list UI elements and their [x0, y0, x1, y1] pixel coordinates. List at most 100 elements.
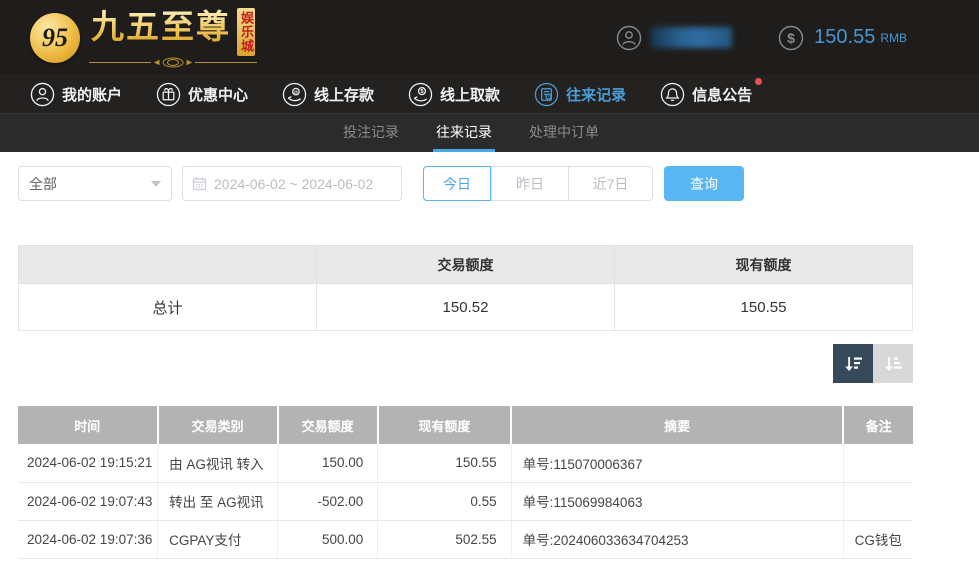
- cell-current-amount: 502.55: [378, 520, 511, 558]
- cell-time: 2024-06-02 19:15:21: [18, 444, 158, 482]
- svg-text:$: $: [787, 30, 795, 46]
- cell-current-amount: 0.55: [378, 482, 511, 520]
- balance-currency: RMB: [880, 31, 907, 45]
- logo-badge: 娱乐城: [237, 8, 255, 56]
- records-table: 时间 交易类别 交易额度 现有额度 摘要 备注 2024-06-02 19:15…: [18, 406, 913, 559]
- nav-item-transaction-records[interactable]: 往来记录: [534, 82, 626, 107]
- sort-descending-button[interactable]: [833, 344, 873, 383]
- nav-item-online-deposit[interactable]: @ 线上存款: [282, 82, 374, 107]
- col-header-transaction-amount: 交易额度: [278, 406, 378, 444]
- nav-label: 信息公告: [692, 84, 752, 105]
- dollar-coin-icon: $: [778, 25, 804, 51]
- logo-title: 九五至尊: [91, 8, 231, 56]
- cell-summary: 单号:115069984063: [511, 482, 843, 520]
- type-select-dropdown[interactable]: 全部: [18, 166, 172, 201]
- summary-total-row: 总计 150.52 150.55: [19, 284, 913, 331]
- today-button[interactable]: 今日: [423, 166, 491, 201]
- sort-asc-icon: [882, 353, 904, 375]
- user-account[interactable]: [616, 25, 732, 51]
- sort-ascending-button[interactable]: [873, 344, 913, 383]
- content-area: 全部 2024-06-02 ~ 2024-06-02 今日 昨日 近7日 查询: [18, 166, 913, 559]
- balance-amount: 150.55: [814, 26, 875, 49]
- tab-transaction-records[interactable]: 往来记录: [433, 114, 495, 152]
- page: 95 九五至尊 娱乐城: [0, 0, 979, 561]
- summary-total-current: 150.55: [615, 284, 913, 331]
- records-header-row: 时间 交易类别 交易额度 现有额度 摘要 备注: [18, 406, 913, 444]
- nav-label: 线上存款: [314, 84, 374, 105]
- col-header-remark: 备注: [843, 406, 913, 444]
- date-range-input[interactable]: 2024-06-02 ~ 2024-06-02: [182, 166, 402, 201]
- summary-table: 交易额度 现有额度 总计 150.52 150.55: [18, 245, 913, 331]
- site-logo[interactable]: 95 九五至尊 娱乐城: [30, 8, 257, 68]
- cell-transaction-amount: -502.00: [278, 482, 378, 520]
- logo-95-icon: 95: [30, 13, 80, 63]
- search-button[interactable]: 查询: [664, 166, 744, 201]
- main-navigation: 我的账户 优惠中心 @ 线上存款 $ 线上取款: [0, 75, 979, 113]
- cell-time: 2024-06-02 19:07:43: [18, 482, 158, 520]
- cell-type: 由 AG视讯 转入: [158, 444, 278, 482]
- cell-time: 2024-06-02 19:07:36: [18, 520, 158, 558]
- cell-summary: 单号:202406033634704253: [511, 520, 843, 558]
- yesterday-button[interactable]: 昨日: [491, 166, 569, 201]
- nav-item-online-withdraw[interactable]: $ 线上取款: [408, 82, 500, 107]
- chevron-down-icon: [151, 181, 161, 187]
- nav-item-my-account[interactable]: 我的账户: [30, 82, 122, 107]
- logo-flourish-decoration: [89, 57, 257, 68]
- balance-display[interactable]: $ 150.55 RMB: [778, 25, 907, 51]
- summary-header-current-amount: 现有额度: [615, 246, 913, 284]
- cell-remark: [843, 482, 913, 520]
- col-header-type: 交易类别: [158, 406, 278, 444]
- last-7-days-button[interactable]: 近7日: [569, 166, 653, 201]
- summary-total-label: 总计: [19, 284, 317, 331]
- tab-bet-records[interactable]: 投注记录: [340, 114, 402, 152]
- nav-label: 我的账户: [62, 84, 122, 105]
- notification-red-dot: [755, 78, 762, 85]
- cell-remark: CG钱包: [843, 520, 913, 558]
- cell-current-amount: 150.55: [378, 444, 511, 482]
- gift-icon: [156, 82, 181, 107]
- username-blurred: [650, 27, 732, 48]
- quick-date-button-group: 今日 昨日 近7日: [423, 166, 653, 201]
- cell-transaction-amount: 500.00: [278, 520, 378, 558]
- nav-label: 线上取款: [440, 84, 500, 105]
- nav-label: 往来记录: [566, 84, 626, 105]
- user-avatar-icon: [616, 25, 642, 51]
- nav-label: 优惠中心: [188, 84, 248, 105]
- tab-label: 处理中订单: [529, 122, 599, 142]
- sort-controls: [18, 344, 913, 383]
- date-range-value: 2024-06-02 ~ 2024-06-02: [214, 176, 373, 192]
- table-row: 2024-06-02 19:15:21 由 AG视讯 转入 150.00 150…: [18, 444, 913, 482]
- svg-text:@: @: [294, 89, 299, 95]
- logo-symbol: 95: [42, 23, 68, 53]
- cell-summary: 单号:115070006367: [511, 444, 843, 482]
- calendar-icon: [192, 176, 207, 191]
- records-icon: [534, 82, 559, 107]
- summary-total-transaction: 150.52: [317, 284, 615, 331]
- cell-transaction-amount: 150.00: [278, 444, 378, 482]
- cell-remark: [843, 444, 913, 482]
- bell-icon: [660, 82, 685, 107]
- tab-pending-orders[interactable]: 处理中订单: [526, 114, 602, 152]
- cell-type: 转出 至 AG视讯: [158, 482, 278, 520]
- sort-desc-icon: [842, 353, 864, 375]
- nav-item-promotions[interactable]: 优惠中心: [156, 82, 248, 107]
- record-subtabs: 投注记录 往来记录 处理中订单: [0, 113, 979, 152]
- tab-label: 投注记录: [343, 122, 399, 142]
- col-header-time: 时间: [18, 406, 158, 444]
- col-header-current-amount: 现有额度: [378, 406, 511, 444]
- deposit-icon: @: [282, 82, 307, 107]
- table-row: 2024-06-02 19:07:43 转出 至 AG视讯 -502.00 0.…: [18, 482, 913, 520]
- summary-header-empty: [19, 246, 317, 284]
- withdraw-icon: $: [408, 82, 433, 107]
- cell-type: CGPAY支付: [158, 520, 278, 558]
- top-header: 95 九五至尊 娱乐城: [0, 0, 979, 75]
- summary-header-transaction-amount: 交易额度: [317, 246, 615, 284]
- summary-header-row: 交易额度 现有额度: [19, 246, 913, 284]
- nav-item-announcements[interactable]: 信息公告: [660, 82, 752, 107]
- user-icon: [30, 82, 55, 107]
- col-header-summary: 摘要: [511, 406, 843, 444]
- tab-label: 往来记录: [436, 122, 492, 142]
- type-select-value: 全部: [29, 174, 151, 194]
- filter-row: 全部 2024-06-02 ~ 2024-06-02 今日 昨日 近7日 查询: [18, 166, 913, 201]
- table-row: 2024-06-02 19:07:36 CGPAY支付 500.00 502.5…: [18, 520, 913, 558]
